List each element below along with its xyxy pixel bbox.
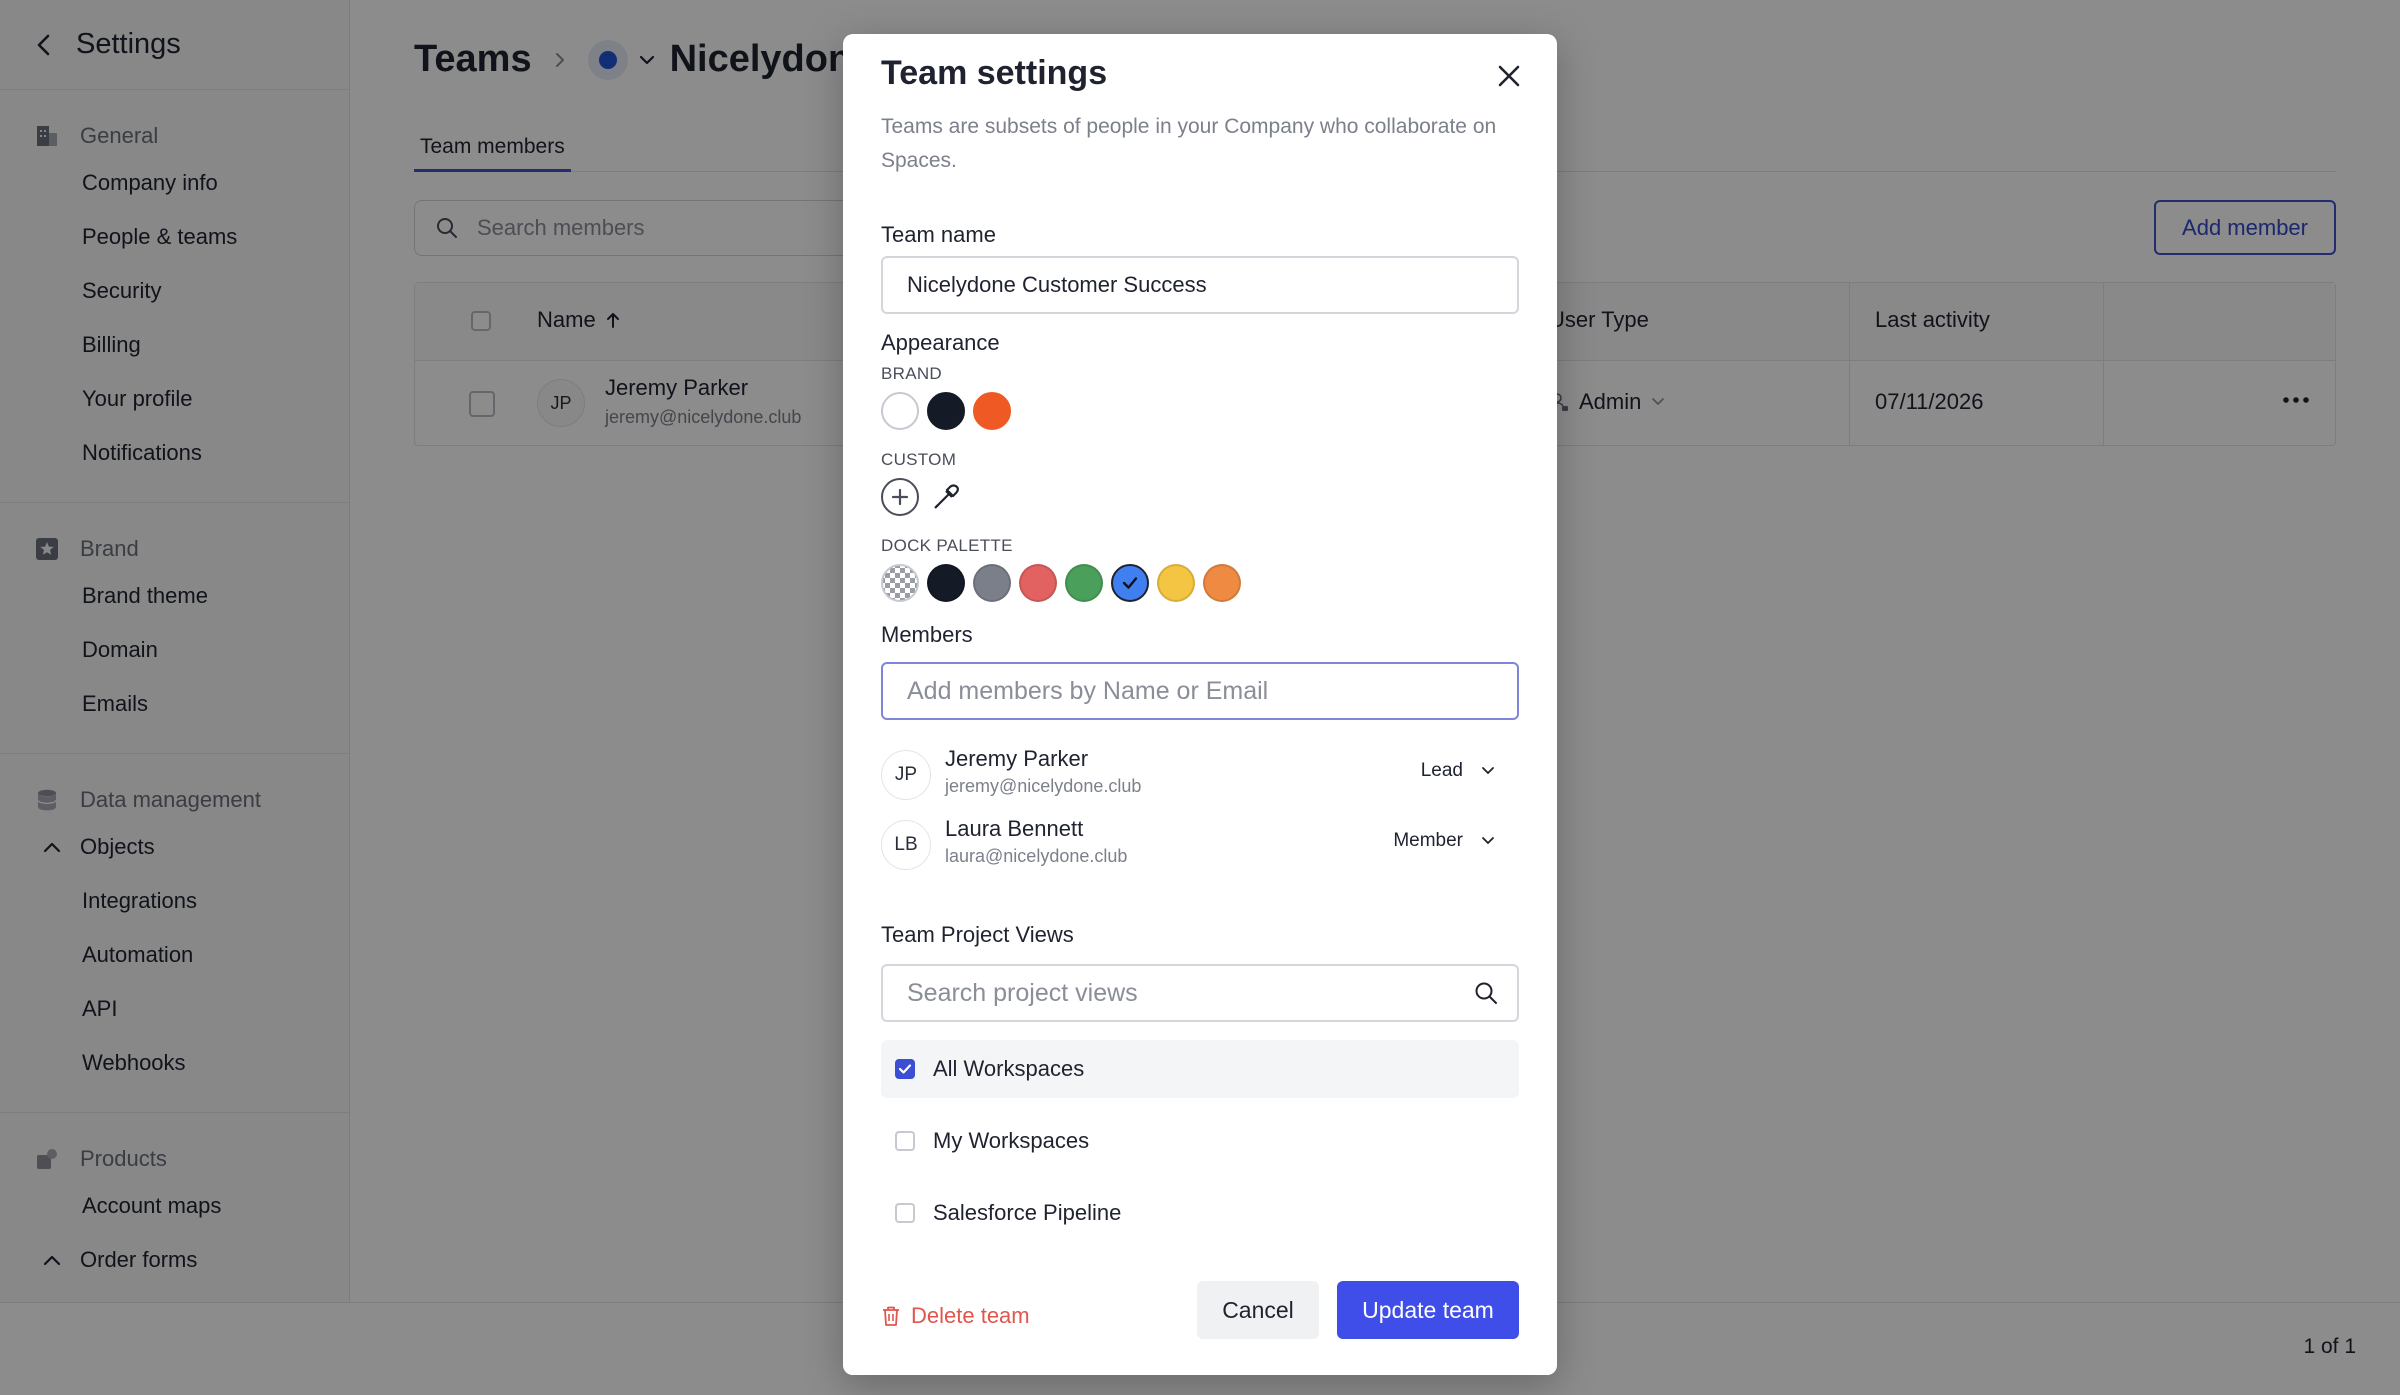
color-swatch[interactable]: [927, 392, 965, 430]
color-swatch[interactable]: [927, 564, 965, 602]
color-swatch-selected[interactable]: [1111, 564, 1149, 602]
team-settings-modal: Team settings Teams are subsets of peopl…: [843, 34, 1557, 1375]
dock-palette-swatches: [881, 564, 1241, 602]
project-view-item[interactable]: All Workspaces: [881, 1040, 1519, 1098]
member-name: Jeremy Parker: [945, 746, 1089, 771]
brand-color-swatches: [881, 392, 1011, 430]
member-row: JP Jeremy Parker jeremy@nicelydone.club …: [881, 746, 1519, 806]
add-color-icon[interactable]: [881, 478, 919, 516]
project-view-label: Salesforce Pipeline: [933, 1200, 1122, 1225]
project-view-label: My Workspaces: [933, 1128, 1090, 1153]
modal-title: Team settings: [881, 54, 1108, 92]
color-swatch[interactable]: [1157, 564, 1195, 602]
eyedropper-icon[interactable]: [927, 478, 965, 516]
brand-colors-label: BRAND: [881, 364, 943, 383]
custom-colors-label: CUSTOM: [881, 450, 957, 469]
project-views-placeholder: Search project views: [907, 978, 1138, 1007]
modal-footer: Delete team Cancel Update team: [843, 1281, 1557, 1375]
team-name-input[interactable]: Nicelydone Customer Success: [881, 256, 1519, 314]
avatar: JP: [881, 750, 931, 800]
project-view-checkbox[interactable]: [895, 1203, 915, 1223]
transparent-swatch[interactable]: [881, 564, 919, 602]
delete-team-label: Delete team: [911, 1303, 1030, 1328]
trash-icon: [881, 1305, 901, 1327]
team-name-value: Nicelydone Customer Success: [907, 272, 1207, 297]
project-view-label: All Workspaces: [933, 1056, 1085, 1081]
project-views-search-input[interactable]: Search project views: [881, 964, 1519, 1022]
member-role-dropdown[interactable]: Member: [1393, 830, 1495, 852]
modal-description: Teams are subsets of people in your Comp…: [881, 115, 1497, 172]
color-swatch[interactable]: [881, 392, 919, 430]
delete-team-button[interactable]: Delete team: [881, 1303, 1030, 1329]
member-row: LB Laura Bennett laura@nicelydone.club M…: [881, 816, 1519, 876]
cancel-button[interactable]: Cancel: [1197, 1281, 1319, 1339]
project-view-item[interactable]: My Workspaces: [881, 1112, 1519, 1170]
custom-color-tools: [881, 478, 965, 516]
dock-palette-label: DOCK PALETTE: [881, 536, 1013, 555]
project-views-label: Team Project Views: [881, 922, 1074, 947]
appearance-label: Appearance: [881, 330, 1000, 355]
project-view-checkbox[interactable]: [895, 1059, 915, 1079]
avatar: LB: [881, 820, 931, 870]
color-swatch[interactable]: [1065, 564, 1103, 602]
chevron-down-icon: [1481, 836, 1495, 846]
close-icon[interactable]: [1489, 56, 1529, 96]
member-email: jeremy@nicelydone.club: [945, 776, 1142, 796]
members-label: Members: [881, 622, 973, 647]
member-email: laura@nicelydone.club: [945, 846, 1128, 866]
color-swatch[interactable]: [1019, 564, 1057, 602]
update-team-button[interactable]: Update team: [1337, 1281, 1519, 1339]
member-role-dropdown[interactable]: Lead: [1421, 760, 1495, 782]
search-icon: [1473, 980, 1499, 1006]
member-role-value: Lead: [1420, 760, 1463, 781]
add-members-placeholder: Add members by Name or Email: [907, 676, 1269, 705]
color-swatch[interactable]: [1203, 564, 1241, 602]
checkmark-icon: [1122, 577, 1138, 589]
color-swatch[interactable]: [973, 392, 1011, 430]
member-name: Laura Bennett: [945, 816, 1084, 841]
member-role-value: Member: [1393, 830, 1463, 851]
color-swatch[interactable]: [973, 564, 1011, 602]
team-name-label: Team name: [881, 222, 996, 247]
project-view-checkbox[interactable]: [895, 1131, 915, 1151]
project-view-item[interactable]: Salesforce Pipeline: [881, 1184, 1519, 1242]
add-members-input[interactable]: Add members by Name or Email: [881, 662, 1519, 720]
modal-body: Team settings Teams are subsets of peopl…: [843, 34, 1557, 1281]
chevron-down-icon: [1481, 766, 1495, 776]
